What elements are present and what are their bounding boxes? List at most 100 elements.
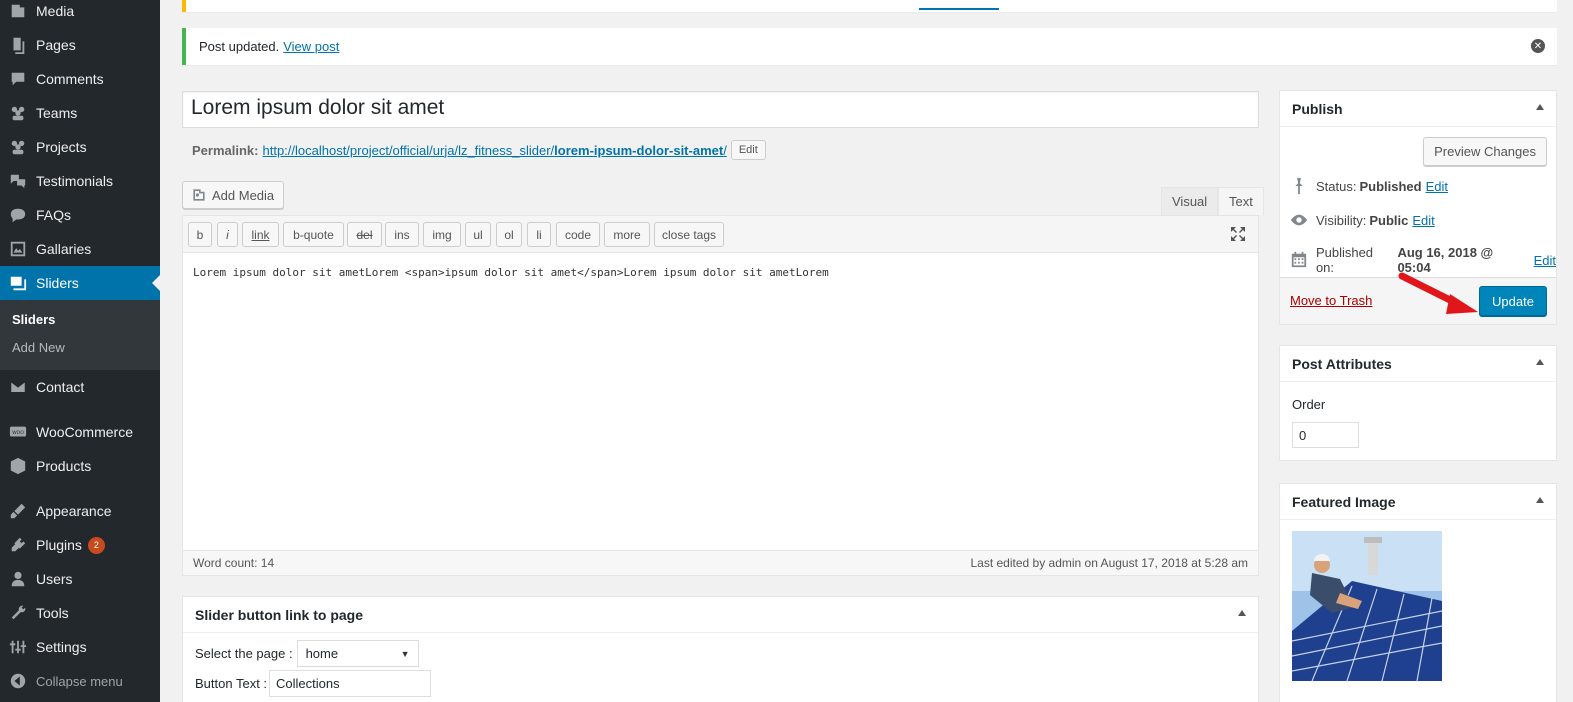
featured-box-header: Featured Image xyxy=(1280,484,1556,520)
qt-ol-button[interactable]: ol xyxy=(496,222,522,247)
add-media-button[interactable]: Add Media xyxy=(182,181,284,209)
toggle-arrow-icon[interactable] xyxy=(1536,104,1544,110)
media-icon xyxy=(0,2,36,20)
publish-box-header: Publish xyxy=(1280,91,1556,127)
update-button[interactable]: Update xyxy=(1479,286,1547,316)
top-notice xyxy=(182,0,1557,12)
qt-del-button[interactable]: del xyxy=(347,222,382,247)
select-page-value: home xyxy=(305,646,339,661)
editor-content[interactable]: Lorem ipsum dolor sit ametLorem <span>ip… xyxy=(193,266,829,279)
faqs-icon xyxy=(0,206,36,224)
order-label: Order xyxy=(1292,397,1326,412)
toggle-arrow-icon[interactable] xyxy=(1238,610,1246,616)
menu-teams[interactable]: Teams xyxy=(0,96,160,130)
slider-button-link-box: Slider button link to page Select the pa… xyxy=(182,596,1259,702)
projects-icon xyxy=(0,138,36,156)
submenu-sliders[interactable]: Sliders xyxy=(12,312,55,327)
tab-text[interactable]: Text xyxy=(1218,187,1264,215)
visibility-row: Visibility: Public Edit xyxy=(1290,211,1435,229)
fullscreen-icon[interactable] xyxy=(1230,226,1246,242)
last-edited: Last edited by admin on August 17, 2018 … xyxy=(970,556,1248,570)
toggle-arrow-icon[interactable] xyxy=(1536,497,1544,503)
menu-users[interactable]: Users xyxy=(0,562,160,596)
featured-image-box: Featured Image xyxy=(1279,483,1557,702)
notice-text: Post updated. xyxy=(199,39,280,54)
qt-close-tags-button[interactable]: close tags xyxy=(654,222,724,247)
collapse-menu-button[interactable]: Collapse menu xyxy=(0,664,160,698)
qt-link-button[interactable]: link xyxy=(242,222,279,247)
permalink-edit-button[interactable]: Edit xyxy=(730,140,766,160)
menu-appearance[interactable]: Appearance xyxy=(0,494,160,528)
qt-code-button[interactable]: code xyxy=(556,222,600,247)
qt-italic-button[interactable]: i xyxy=(217,222,238,247)
menu-products[interactable]: Products xyxy=(0,449,160,483)
published-on-edit-link[interactable]: Edit xyxy=(1534,253,1556,268)
slider-box-title: Slider button link to page xyxy=(195,606,363,623)
menu-comments[interactable]: Comments xyxy=(0,62,160,96)
button-text-label: Button Text : xyxy=(195,676,268,691)
status-edit-link[interactable]: Edit xyxy=(1426,179,1448,194)
settings-icon xyxy=(0,638,36,656)
word-count: Word count: 14 xyxy=(193,556,275,570)
button-text-input[interactable]: Collections xyxy=(269,670,432,697)
qt-img-button[interactable]: img xyxy=(423,222,461,247)
preview-changes-button[interactable]: Preview Changes xyxy=(1423,137,1547,166)
plugins-icon xyxy=(0,536,36,554)
menu-testimonials[interactable]: Testimonials xyxy=(0,164,160,198)
eye-icon xyxy=(1290,214,1308,226)
contact-icon xyxy=(0,378,36,396)
menu-tools[interactable]: Tools xyxy=(0,596,160,630)
permalink-end: / xyxy=(723,142,727,158)
menu-gallaries[interactable]: Gallaries xyxy=(0,232,160,266)
toggle-arrow-icon[interactable] xyxy=(1536,359,1544,365)
collapse-icon xyxy=(0,672,36,690)
menu-sliders[interactable]: Sliders xyxy=(0,266,160,300)
move-to-trash-link[interactable]: Move to Trash xyxy=(1290,293,1372,308)
qt-bquote-button[interactable]: b-quote xyxy=(283,222,344,247)
permalink-link[interactable]: http://localhost/project/official/urja/l… xyxy=(262,143,726,158)
publish-box-title: Publish xyxy=(1292,100,1343,117)
qt-more-button[interactable]: more xyxy=(604,222,650,247)
plugins-update-badge: 2 xyxy=(87,536,105,554)
menu-pages[interactable]: Pages xyxy=(0,28,160,62)
appearance-icon xyxy=(0,502,36,520)
sliders-icon xyxy=(0,274,36,292)
svg-text:WOO: WOO xyxy=(12,430,24,436)
menu-settings[interactable]: Settings xyxy=(0,630,160,664)
dropdown-arrow-icon: ▼ xyxy=(400,648,410,659)
gallaries-icon xyxy=(0,240,36,258)
qt-bold-button[interactable]: b xyxy=(188,222,212,247)
quicktags-toolbar: b i link b-quote del ins img ul ol li co… xyxy=(183,216,1258,253)
view-post-link[interactable]: View post xyxy=(283,39,339,54)
woocommerce-icon: WOO xyxy=(0,423,36,441)
tab-visual[interactable]: Visual xyxy=(1161,187,1219,215)
menu-faqs[interactable]: FAQs xyxy=(0,198,160,232)
order-input[interactable]: 0 xyxy=(1292,422,1359,448)
menu-woocommerce[interactable]: WOO WooCommerce xyxy=(0,415,160,449)
dismiss-icon[interactable]: ✕ xyxy=(1531,39,1545,53)
submenu-add-new[interactable]: Add New xyxy=(12,340,65,355)
qt-ul-button[interactable]: ul xyxy=(465,222,491,247)
menu-media[interactable]: Media xyxy=(0,0,160,28)
visibility-value: Public xyxy=(1369,212,1409,228)
testimonials-icon xyxy=(0,172,36,190)
post-title-input[interactable]: Lorem ipsum dolor sit amet xyxy=(182,91,1259,128)
status-label: Status: xyxy=(1316,178,1357,194)
visibility-edit-link[interactable]: Edit xyxy=(1412,213,1434,228)
menu-contact[interactable]: Contact xyxy=(0,370,160,404)
menu-plugins[interactable]: Plugins 2 xyxy=(0,528,160,562)
select-page-dropdown[interactable]: home ▼ xyxy=(296,640,419,667)
status-row: Status: Published Edit xyxy=(1290,177,1448,195)
menu-projects[interactable]: Projects xyxy=(0,130,160,164)
attributes-box-header: Post Attributes xyxy=(1280,346,1556,382)
qt-ins-button[interactable]: ins xyxy=(385,222,419,247)
permalink-base: http://localhost/project/official/urja/l… xyxy=(262,142,555,158)
featured-box-title: Featured Image xyxy=(1292,493,1396,510)
red-arrow-icon xyxy=(1398,272,1478,314)
qt-li-button[interactable]: li xyxy=(527,222,551,247)
add-media-icon xyxy=(193,189,205,201)
products-icon xyxy=(0,457,36,475)
permalink-slug: lorem-ipsum-dolor-sit-amet xyxy=(554,142,724,158)
select-page-label: Select the page : xyxy=(195,646,293,661)
featured-image-thumbnail[interactable] xyxy=(1292,531,1442,681)
